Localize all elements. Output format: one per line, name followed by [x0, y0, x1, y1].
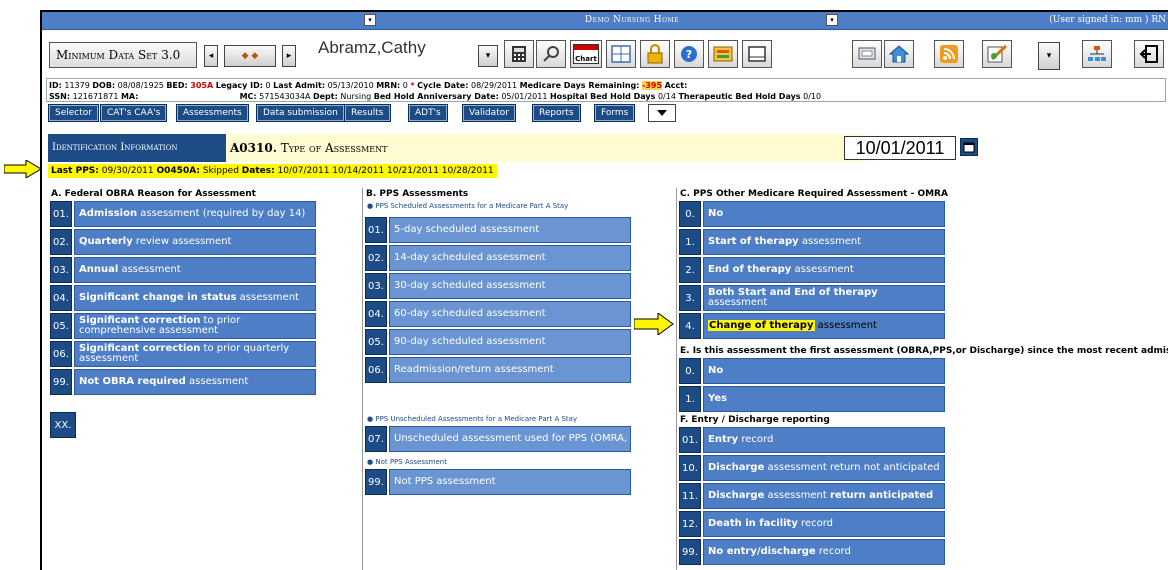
search-icon[interactable]: [536, 40, 566, 68]
section-title: A0310. Type of Assessment: [226, 134, 866, 162]
window-icon[interactable]: [742, 40, 772, 68]
signed-in-user: (User signed in: mm ) RN: [1049, 15, 1166, 25]
patient-name: Abramz,Cathy: [318, 38, 426, 57]
option-a-99[interactable]: 99. Not OBRA required assessment: [50, 369, 316, 395]
nav-validator[interactable]: Validator: [462, 104, 516, 122]
column-a-obra: A. Federal OBRA Reason for Assessment 01…: [48, 188, 358, 570]
nav-results[interactable]: Results: [344, 104, 391, 122]
column-b-pps: B. PPS Assessments ● PPS Scheduled Asses…: [362, 188, 672, 570]
chart-label: Chart: [575, 55, 597, 63]
option-e-1[interactable]: 1. Yes: [679, 386, 945, 412]
option-a-01[interactable]: 01. Admission assessment (required by da…: [50, 201, 316, 227]
option-c-3[interactable]: 3. Both Start and End of therapy assessm…: [679, 285, 945, 311]
option-a-xx[interactable]: XX.: [50, 412, 76, 438]
edit-document-icon[interactable]: [982, 40, 1012, 68]
option-a-03[interactable]: 03. Annual assessment: [50, 257, 316, 283]
layout-icon[interactable]: [606, 40, 636, 68]
option-c-2[interactable]: 2. End of therapy assessment: [679, 257, 945, 283]
option-b-01[interactable]: 01. 5-day scheduled assessment: [365, 217, 631, 243]
exit-icon[interactable]: [1134, 40, 1164, 68]
option-e-0[interactable]: 0. No: [679, 358, 945, 384]
nav-more-chevron-icon[interactable]: [648, 104, 676, 122]
option-a-06[interactable]: 06. Significant correction to prior quar…: [50, 341, 316, 367]
column-c-header: C. PPS Other Medicare Required Assessmen…: [680, 189, 948, 199]
option-b-07[interactable]: 07. Unscheduled assessment used for PPS …: [365, 426, 631, 452]
last-pps-info: Last PPS: 09/30/2011 O0450A: Skipped Dat…: [48, 164, 497, 178]
not-pps-subheader: ● Not PPS Assessment: [367, 458, 447, 466]
option-f-12[interactable]: 12. Death in facility record: [679, 511, 945, 537]
org-chart-icon[interactable]: [1082, 40, 1112, 68]
nav-selector[interactable]: Selector: [48, 104, 99, 122]
column-a-header: A. Federal OBRA Reason for Assessment: [51, 189, 256, 199]
lock-icon[interactable]: [640, 40, 670, 68]
chart-icon[interactable]: Chart: [570, 40, 602, 68]
option-b-06[interactable]: 06. Readmission/return assessment: [365, 357, 631, 383]
item-title: Type of Assessment: [280, 141, 388, 155]
pointer-arrow-icon: [4, 160, 42, 178]
option-b-05[interactable]: 05. 90-day scheduled assessment: [365, 329, 631, 355]
toolbar: Minimum Data Set 3.0 ◂ ◆ ◆ ▸ Abramz,Cath…: [42, 30, 1168, 76]
rss-icon[interactable]: [934, 40, 964, 68]
option-f-99[interactable]: 99. No entry/discharge record: [679, 539, 945, 565]
option-b-04[interactable]: 04. 60-day scheduled assessment: [365, 301, 631, 327]
prev-icon[interactable]: ◂: [204, 45, 218, 67]
item-code: A0310.: [230, 141, 277, 155]
option-b-99[interactable]: 99. Not PPS assessment: [365, 469, 631, 495]
nav-reports[interactable]: Reports: [532, 104, 581, 122]
calculator-icon[interactable]: [504, 40, 534, 68]
pps-unscheduled-subheader: ● PPS Unscheduled Assessments for a Medi…: [367, 415, 578, 423]
option-b-02[interactable]: 02. 14-day scheduled assessment: [365, 245, 631, 271]
option-b-03[interactable]: 03. 30-day scheduled assessment: [365, 273, 631, 299]
next-icon[interactable]: ▸: [282, 45, 296, 67]
option-f-11[interactable]: 11. Discharge assessment return anticipa…: [679, 483, 945, 509]
pointer-arrow-icon: [634, 313, 674, 335]
nav-data-submission[interactable]: Data submission: [256, 104, 345, 122]
column-e-header: E. Is this assessment the first assessme…: [680, 346, 1168, 356]
option-c-1[interactable]: 1. Start of therapy assessment: [679, 229, 945, 255]
option-f-10[interactable]: 10. Discharge assessment return not anti…: [679, 455, 945, 481]
notes-icon[interactable]: [708, 40, 738, 68]
column-b-header: B. PPS Assessments: [366, 189, 469, 199]
nav-cats-caas[interactable]: CAT's CAA's: [100, 104, 168, 122]
patient-info-bar: ID: 11379 DOB: 08/08/1925 BED: 305A Lega…: [46, 78, 1166, 102]
section-category: Identification Information: [48, 134, 226, 162]
pps-scheduled-subheader: ● PPS Scheduled Assessments for a Medica…: [367, 202, 569, 210]
monitor-icon[interactable]: [852, 40, 882, 68]
help-icon[interactable]: ?: [674, 40, 704, 68]
mds-version-select[interactable]: Minimum Data Set 3.0: [49, 42, 197, 68]
option-a-04[interactable]: 04. Significant change in status assessm…: [50, 285, 316, 311]
facility-name: Demo Nursing Home: [584, 15, 680, 25]
svg-text:?: ?: [686, 48, 692, 61]
chevron-down-icon[interactable]: ▾: [364, 14, 376, 26]
nav-forms[interactable]: Forms: [594, 104, 636, 122]
chevron-down-icon[interactable]: ▾: [1038, 42, 1060, 70]
app-window: ▾ Demo Nursing Home ▾ (User signed in: m…: [40, 10, 1168, 570]
calendar-icon[interactable]: [960, 138, 978, 156]
nav-adts[interactable]: ADT's: [408, 104, 448, 122]
assessment-date-field[interactable]: 10/01/2011: [844, 136, 956, 160]
column-c-omra: C. PPS Other Medicare Required Assessmen…: [676, 188, 1168, 570]
option-a-02[interactable]: 02. Quarterly review assessment: [50, 229, 316, 255]
nav-assessments[interactable]: Assessments: [176, 104, 249, 122]
title-bar: ▾ Demo Nursing Home ▾ (User signed in: m…: [42, 12, 1168, 30]
option-c-0[interactable]: 0. No: [679, 201, 945, 227]
chevron-down-icon[interactable]: ▾: [826, 14, 838, 26]
option-c-4-selected[interactable]: 4. Change of therapy assessment: [679, 313, 945, 339]
option-f-01[interactable]: 01. Entry record: [679, 427, 945, 453]
home-icon[interactable]: [884, 40, 914, 68]
option-a-05[interactable]: 05. Significant correction to prior comp…: [50, 313, 316, 339]
people-switch-button[interactable]: ◆ ◆: [224, 45, 276, 67]
column-f-header: F. Entry / Discharge reporting: [680, 415, 830, 425]
dropdown-icon[interactable]: ▾: [478, 45, 498, 67]
